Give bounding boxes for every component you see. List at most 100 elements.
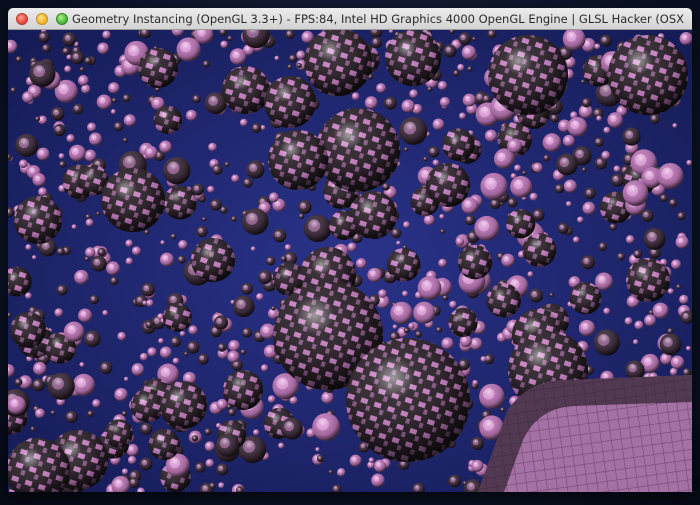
sphere — [626, 258, 670, 302]
sphere — [14, 378, 23, 386]
sphere — [532, 162, 543, 173]
app-window: Geometry Instancing (OpenGL 3.3+) - FPS:… — [8, 8, 692, 492]
sphere — [474, 215, 500, 241]
sphere — [30, 426, 36, 432]
sphere — [464, 214, 476, 226]
sphere — [216, 463, 229, 476]
sphere — [625, 235, 635, 244]
sphere — [510, 175, 532, 198]
sphere — [522, 170, 527, 176]
sphere — [81, 84, 91, 94]
sphere — [264, 76, 316, 128]
sphere — [609, 223, 617, 231]
sphere — [529, 192, 538, 201]
sphere — [104, 419, 133, 448]
sphere — [448, 307, 478, 337]
sphere — [256, 293, 264, 301]
sphere — [231, 174, 240, 183]
sphere — [659, 333, 682, 356]
sphere — [668, 198, 678, 207]
sphere — [296, 50, 306, 60]
sphere — [316, 454, 324, 462]
sphere — [271, 305, 276, 311]
sphere — [121, 410, 128, 417]
sphere — [550, 113, 559, 123]
sphere — [594, 43, 601, 50]
sphere — [205, 458, 214, 468]
close-icon[interactable] — [16, 13, 28, 25]
minimize-icon[interactable] — [36, 13, 48, 25]
sphere — [458, 112, 466, 120]
sphere — [66, 134, 75, 143]
sphere — [222, 66, 270, 114]
sphere — [191, 435, 199, 442]
sphere — [191, 238, 235, 282]
sphere — [14, 196, 62, 244]
sphere — [432, 118, 445, 131]
sphere — [598, 242, 608, 251]
sphere — [403, 221, 410, 228]
sphere — [34, 116, 41, 122]
sphere — [122, 93, 131, 103]
sphere — [316, 108, 400, 192]
sphere — [147, 347, 157, 357]
sphere — [288, 54, 297, 63]
sphere — [227, 350, 240, 363]
sphere — [644, 314, 656, 327]
sphere — [632, 339, 639, 345]
sphere — [608, 35, 688, 115]
sphere — [123, 114, 136, 127]
sphere — [146, 299, 154, 307]
sphere — [50, 106, 65, 121]
sphere — [265, 256, 276, 266]
sphere — [567, 116, 588, 137]
maximize-icon[interactable] — [56, 13, 68, 25]
sphere — [140, 422, 153, 435]
sphere — [25, 244, 32, 251]
sphere — [569, 282, 602, 315]
sphere — [138, 48, 178, 88]
sphere — [278, 442, 285, 449]
sphere — [315, 447, 320, 452]
sphere — [461, 45, 476, 60]
sphere — [192, 94, 201, 104]
render-viewport[interactable] — [8, 30, 692, 492]
sphere — [78, 308, 92, 323]
sphere — [123, 376, 129, 382]
sphere — [378, 289, 387, 298]
instanced-spheres-scene — [8, 30, 692, 492]
sphere — [141, 282, 155, 297]
sphere — [556, 153, 578, 176]
sphere — [58, 153, 65, 159]
sphere — [624, 317, 633, 325]
sphere — [178, 240, 188, 250]
sphere — [467, 66, 473, 72]
sphere — [622, 180, 649, 206]
sphere — [371, 473, 385, 487]
sphere — [70, 51, 84, 65]
sphere — [501, 253, 515, 267]
sphere — [15, 133, 39, 157]
window-titlebar[interactable]: Geometry Instancing (OpenGL 3.3+) - FPS:… — [8, 8, 692, 30]
sphere — [85, 218, 94, 227]
sphere — [376, 83, 386, 93]
sphere — [217, 342, 227, 352]
sphere — [368, 457, 375, 463]
sphere — [144, 229, 150, 235]
sphere — [22, 91, 34, 103]
sphere — [145, 320, 153, 329]
sphere — [336, 468, 346, 477]
sphere — [599, 34, 612, 47]
sphere — [355, 258, 367, 269]
sphere — [287, 64, 293, 70]
sphere — [159, 381, 207, 429]
sphere — [470, 436, 484, 451]
sphere — [396, 240, 401, 245]
sphere — [403, 327, 410, 334]
sphere — [438, 258, 447, 268]
sphere — [382, 182, 390, 191]
sphere — [228, 339, 240, 352]
sphere — [148, 428, 180, 460]
sphere — [455, 236, 465, 246]
sphere — [241, 282, 253, 295]
